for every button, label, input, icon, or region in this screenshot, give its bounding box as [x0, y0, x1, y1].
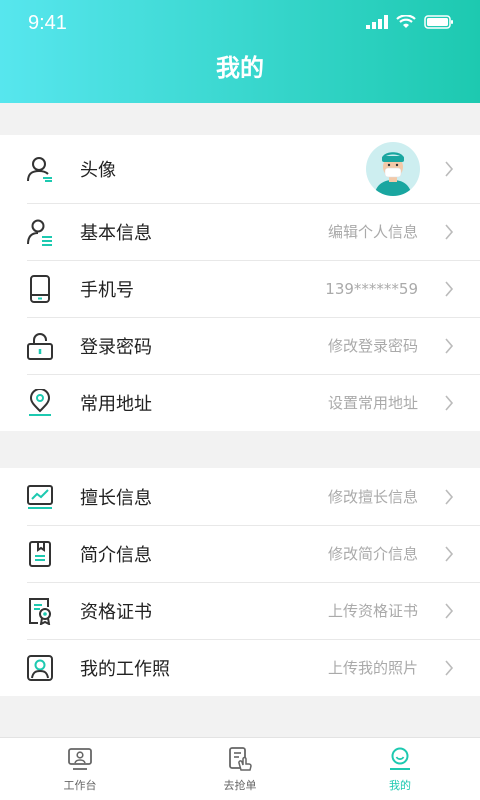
lock-icon	[26, 332, 54, 360]
row-certificate[interactable]: 资格证书 上传资格证书	[0, 582, 480, 639]
row-label: 常用地址	[80, 393, 152, 415]
row-label: 我的工作照	[80, 658, 170, 680]
battery-icon	[424, 15, 453, 29]
row-value: 修改简介信息	[327, 545, 418, 563]
row-password[interactable]: 登录密码 修改登录密码	[0, 317, 480, 374]
tab-bar: 工作台 去抢单 我的	[0, 737, 480, 800]
status-bar: 9:41	[0, 0, 480, 48]
person-icon	[26, 155, 54, 183]
row-work-photo[interactable]: 我的工作照 上传我的照片	[0, 639, 480, 696]
row-label: 简介信息	[80, 544, 152, 566]
tab-workbench[interactable]: 工作台	[0, 738, 160, 800]
workbench-icon	[68, 748, 92, 770]
status-time: 9:41	[28, 12, 67, 34]
chevron-right-icon	[445, 161, 454, 177]
chevron-right-icon	[445, 223, 454, 240]
chevron-right-icon	[445, 280, 454, 297]
chart-icon	[26, 483, 54, 511]
row-avatar[interactable]: 头像	[0, 135, 480, 203]
chevron-right-icon	[445, 488, 454, 505]
id-photo-icon	[26, 654, 54, 682]
certificate-icon	[26, 597, 54, 625]
chevron-right-icon	[445, 545, 454, 562]
row-basic-info[interactable]: 基本信息 编辑个人信息	[0, 203, 480, 260]
row-phone[interactable]: 手机号 139******59	[0, 260, 480, 317]
row-label: 资格证书	[80, 601, 152, 623]
avatar[interactable]	[366, 142, 420, 196]
row-label: 手机号	[80, 279, 134, 301]
row-value: 上传资格证书	[327, 602, 418, 620]
chevron-right-icon	[445, 659, 454, 676]
header: 9:41 我的	[0, 0, 480, 103]
page-title: 我的	[216, 54, 264, 82]
tab-profile[interactable]: 我的	[320, 738, 480, 800]
phone-icon	[26, 274, 54, 303]
row-value: 修改登录密码	[327, 337, 418, 355]
tab-label: 工作台	[63, 779, 97, 792]
row-value: 编辑个人信息	[327, 223, 418, 241]
person-info-icon	[26, 218, 54, 246]
row-label: 擅长信息	[80, 487, 152, 509]
settings-group-2: 擅长信息 修改擅长信息 简介信息 修改简介信息 资格证书 上传资格证书 我的工作…	[0, 468, 480, 696]
status-icons	[366, 15, 454, 29]
chevron-right-icon	[445, 602, 454, 619]
row-label: 基本信息	[80, 222, 152, 244]
row-address[interactable]: 常用地址 设置常用地址	[0, 374, 480, 431]
row-label: 登录密码	[80, 336, 152, 358]
row-value: 139******59	[325, 279, 418, 298]
settings-group-1: 头像 基本信息 编辑个人信息 手机号 139******59 登录密码 修改登录…	[0, 135, 480, 431]
chevron-right-icon	[445, 394, 454, 411]
chevron-right-icon	[445, 337, 454, 354]
profile-icon	[390, 747, 410, 770]
row-intro[interactable]: 简介信息 修改简介信息	[0, 525, 480, 582]
row-specialty[interactable]: 擅长信息 修改擅长信息	[0, 468, 480, 525]
row-value: 设置常用地址	[327, 394, 418, 412]
tab-grab-order[interactable]: 去抢单	[160, 738, 320, 800]
location-pin-icon	[26, 388, 54, 417]
row-value: 修改擅长信息	[327, 488, 418, 506]
signal-icon	[366, 15, 388, 29]
row-label: 头像	[80, 160, 116, 181]
tab-label: 去抢单	[223, 779, 257, 792]
book-icon	[26, 540, 54, 568]
row-value: 上传我的照片	[327, 659, 418, 677]
grab-order-icon	[229, 747, 252, 771]
wifi-icon	[396, 15, 416, 28]
tab-label: 我的	[389, 779, 411, 792]
